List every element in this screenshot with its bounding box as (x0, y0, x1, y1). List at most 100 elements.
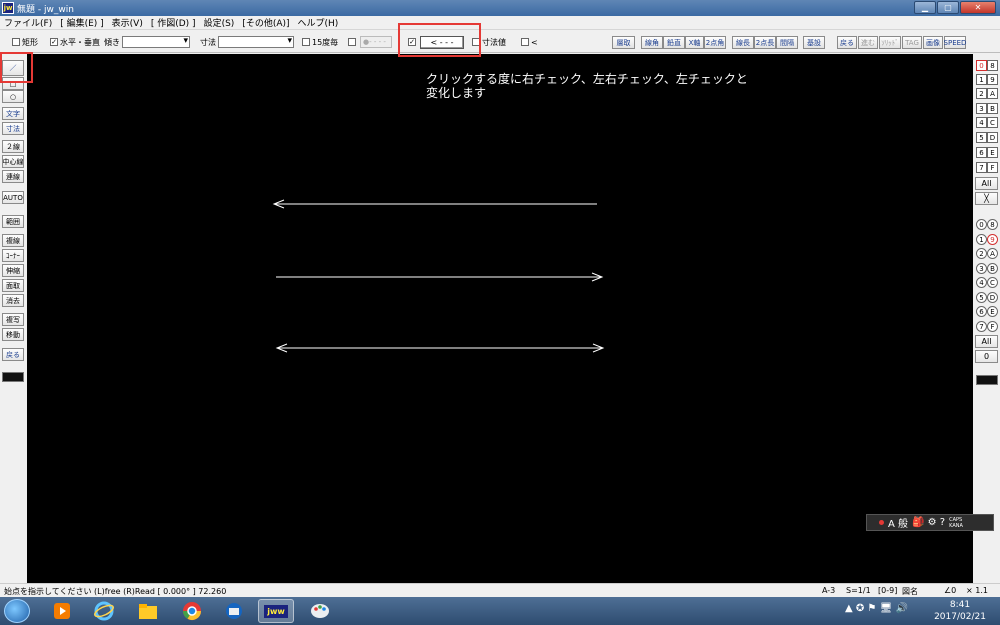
arrow-checkbox[interactable]: ✓ (408, 38, 416, 46)
dimval-checkbox[interactable] (472, 38, 480, 46)
jw-cad-taskbar-icon[interactable]: jww (258, 599, 294, 623)
text-tool-button[interactable]: 文字 (2, 107, 24, 120)
auto-tool-button[interactable]: AUTO (2, 191, 24, 204)
dimval-option[interactable]: 寸法値 (472, 35, 506, 49)
internet-explorer-icon[interactable] (86, 599, 122, 623)
layer-d[interactable]: D (987, 292, 998, 303)
circle-tool-button[interactable]: ○ (2, 90, 24, 103)
layer-0[interactable]: 0 (976, 219, 987, 230)
tool-forward[interactable]: 進む (858, 36, 878, 49)
tool-base-set[interactable]: 基設 (803, 36, 825, 49)
layer-group-d[interactable]: D (987, 132, 998, 143)
tool-vertical[interactable]: 鉛直 (663, 36, 685, 49)
layer-group-x-button[interactable]: ╳ (975, 192, 998, 205)
hv-option[interactable]: ✓ 水平・垂直 (50, 35, 100, 49)
rect-tool-button[interactable]: □ (2, 77, 24, 90)
hv-checkbox[interactable]: ✓ (50, 38, 58, 46)
layer-group-7[interactable]: 7 (976, 162, 987, 173)
layer-group-e[interactable]: E (987, 147, 998, 158)
offset-tool-button[interactable]: 複線 (2, 234, 24, 247)
status-layer[interactable]: [0-9] (878, 586, 897, 595)
menu-file[interactable]: ファイル(F) (4, 16, 52, 29)
paint-icon[interactable] (302, 599, 338, 623)
layer-group-3[interactable]: 3 (976, 103, 987, 114)
layer-2[interactable]: 2 (976, 248, 987, 259)
dimension-tool-button[interactable]: 寸法 (2, 122, 24, 135)
layer-zero-button[interactable]: 0 (975, 350, 998, 363)
menu-draw[interactable]: [ 作図(D) ] (151, 16, 196, 29)
layer-1[interactable]: 1 (976, 234, 987, 245)
menu-settings[interactable]: 設定(S) (204, 16, 235, 29)
range-tool-button[interactable]: 範囲 (2, 215, 24, 228)
double-line-tool-button[interactable]: ２線 (2, 140, 24, 153)
tool-2pt-angle[interactable]: 2点角 (704, 36, 726, 49)
rect-checkbox[interactable] (12, 38, 20, 46)
layer-e[interactable]: E (987, 306, 998, 317)
taskbar-clock[interactable]: 8:41 2017/02/21 (932, 599, 988, 623)
undo-tool-button[interactable]: 戻る (2, 348, 24, 361)
tool-tag[interactable]: TAG (902, 36, 922, 49)
layer-group-5[interactable]: 5 (976, 132, 987, 143)
layer-8[interactable]: 8 (987, 219, 998, 230)
line-color-indicator[interactable] (2, 372, 24, 382)
layer-6[interactable]: 6 (976, 306, 987, 317)
layer-9[interactable]: 9 (987, 234, 998, 245)
layer-group-f[interactable]: F (987, 162, 998, 173)
dim-combo[interactable] (218, 36, 294, 48)
layer-a[interactable]: A (987, 248, 998, 259)
center-line-tool-button[interactable]: 中心線 (2, 155, 24, 168)
move-tool-button[interactable]: 移動 (2, 328, 24, 341)
menu-edit[interactable]: [ 編集(E) ] (60, 16, 103, 29)
tool-layer-pick[interactable]: 層取 (612, 36, 635, 49)
start-button-icon[interactable] (4, 599, 30, 623)
layer-color-indicator[interactable] (976, 375, 998, 385)
rect-option[interactable]: 矩形 (12, 35, 38, 49)
chamfer-tool-button[interactable]: 面取 (2, 279, 24, 292)
layer-group-all-button[interactable]: All (975, 177, 998, 190)
menu-view[interactable]: 表示(V) (112, 16, 143, 29)
layer-3[interactable]: 3 (976, 263, 987, 274)
system-tray[interactable]: ▲ ✪ ⚑ 🖥 🔊 (845, 603, 908, 614)
tool-2pt-length[interactable]: 2点長 (754, 36, 776, 49)
ime-tool-icons[interactable]: 🎒 ⚙ ? (912, 517, 945, 528)
status-zoom[interactable]: × 1.1 (966, 586, 988, 595)
layer-group-b[interactable]: B (987, 103, 998, 114)
layer-group-c[interactable]: C (987, 117, 998, 128)
layer-7[interactable]: 7 (976, 321, 987, 332)
angle-combo[interactable] (122, 36, 190, 48)
layer-group-8[interactable]: 8 (987, 60, 998, 71)
thunderbird-icon[interactable] (216, 599, 252, 623)
deg15-option[interactable]: 15度毎 (302, 35, 338, 49)
file-explorer-icon[interactable] (130, 599, 166, 623)
corner-tool-button[interactable]: ｺｰﾅｰ (2, 249, 24, 262)
minimize-button[interactable]: ▁ (914, 1, 936, 14)
status-paper-size[interactable]: A-3 (822, 586, 835, 595)
continuous-line-tool-button[interactable]: 連線 (2, 170, 24, 183)
ime-mode[interactable]: A 般 (888, 515, 908, 530)
layer-all-button[interactable]: All (975, 335, 998, 348)
tool-speed[interactable]: SPEED (944, 36, 966, 49)
layer-group-a[interactable]: A (987, 88, 998, 99)
menu-other[interactable]: [その他(A)] (242, 16, 289, 29)
chrome-icon[interactable] (174, 599, 210, 623)
layer-f[interactable]: F (987, 321, 998, 332)
copy-tool-button[interactable]: 複写 (2, 313, 24, 326)
tool-line-angle[interactable]: 線角 (641, 36, 663, 49)
tray-icons[interactable]: ▲ ✪ ⚑ 🖥 🔊 (845, 603, 908, 614)
layer-group-6[interactable]: 6 (976, 147, 987, 158)
tool-back[interactable]: 戻る (837, 36, 857, 49)
deg15-checkbox[interactable] (302, 38, 310, 46)
line-tool-button[interactable]: ／ (2, 60, 24, 76)
layer-group-1[interactable]: 1 (976, 74, 987, 85)
layer-group-4[interactable]: 4 (976, 117, 987, 128)
maximize-button[interactable]: ▢ (937, 1, 959, 14)
status-layer-name[interactable]: 図名 (902, 586, 918, 597)
tool-solid[interactable]: ｿﾘｯﾄﾞ (879, 36, 901, 49)
layer-b[interactable]: B (987, 263, 998, 274)
tool-x-axis[interactable]: X軸 (685, 36, 704, 49)
close-button[interactable]: ✕ (960, 1, 996, 14)
lt-checkbox[interactable] (521, 38, 529, 46)
layer-group-2[interactable]: 2 (976, 88, 987, 99)
arrow-toggle-button[interactable]: < - - - (420, 35, 464, 49)
stretch-tool-button[interactable]: 伸縮 (2, 264, 24, 277)
